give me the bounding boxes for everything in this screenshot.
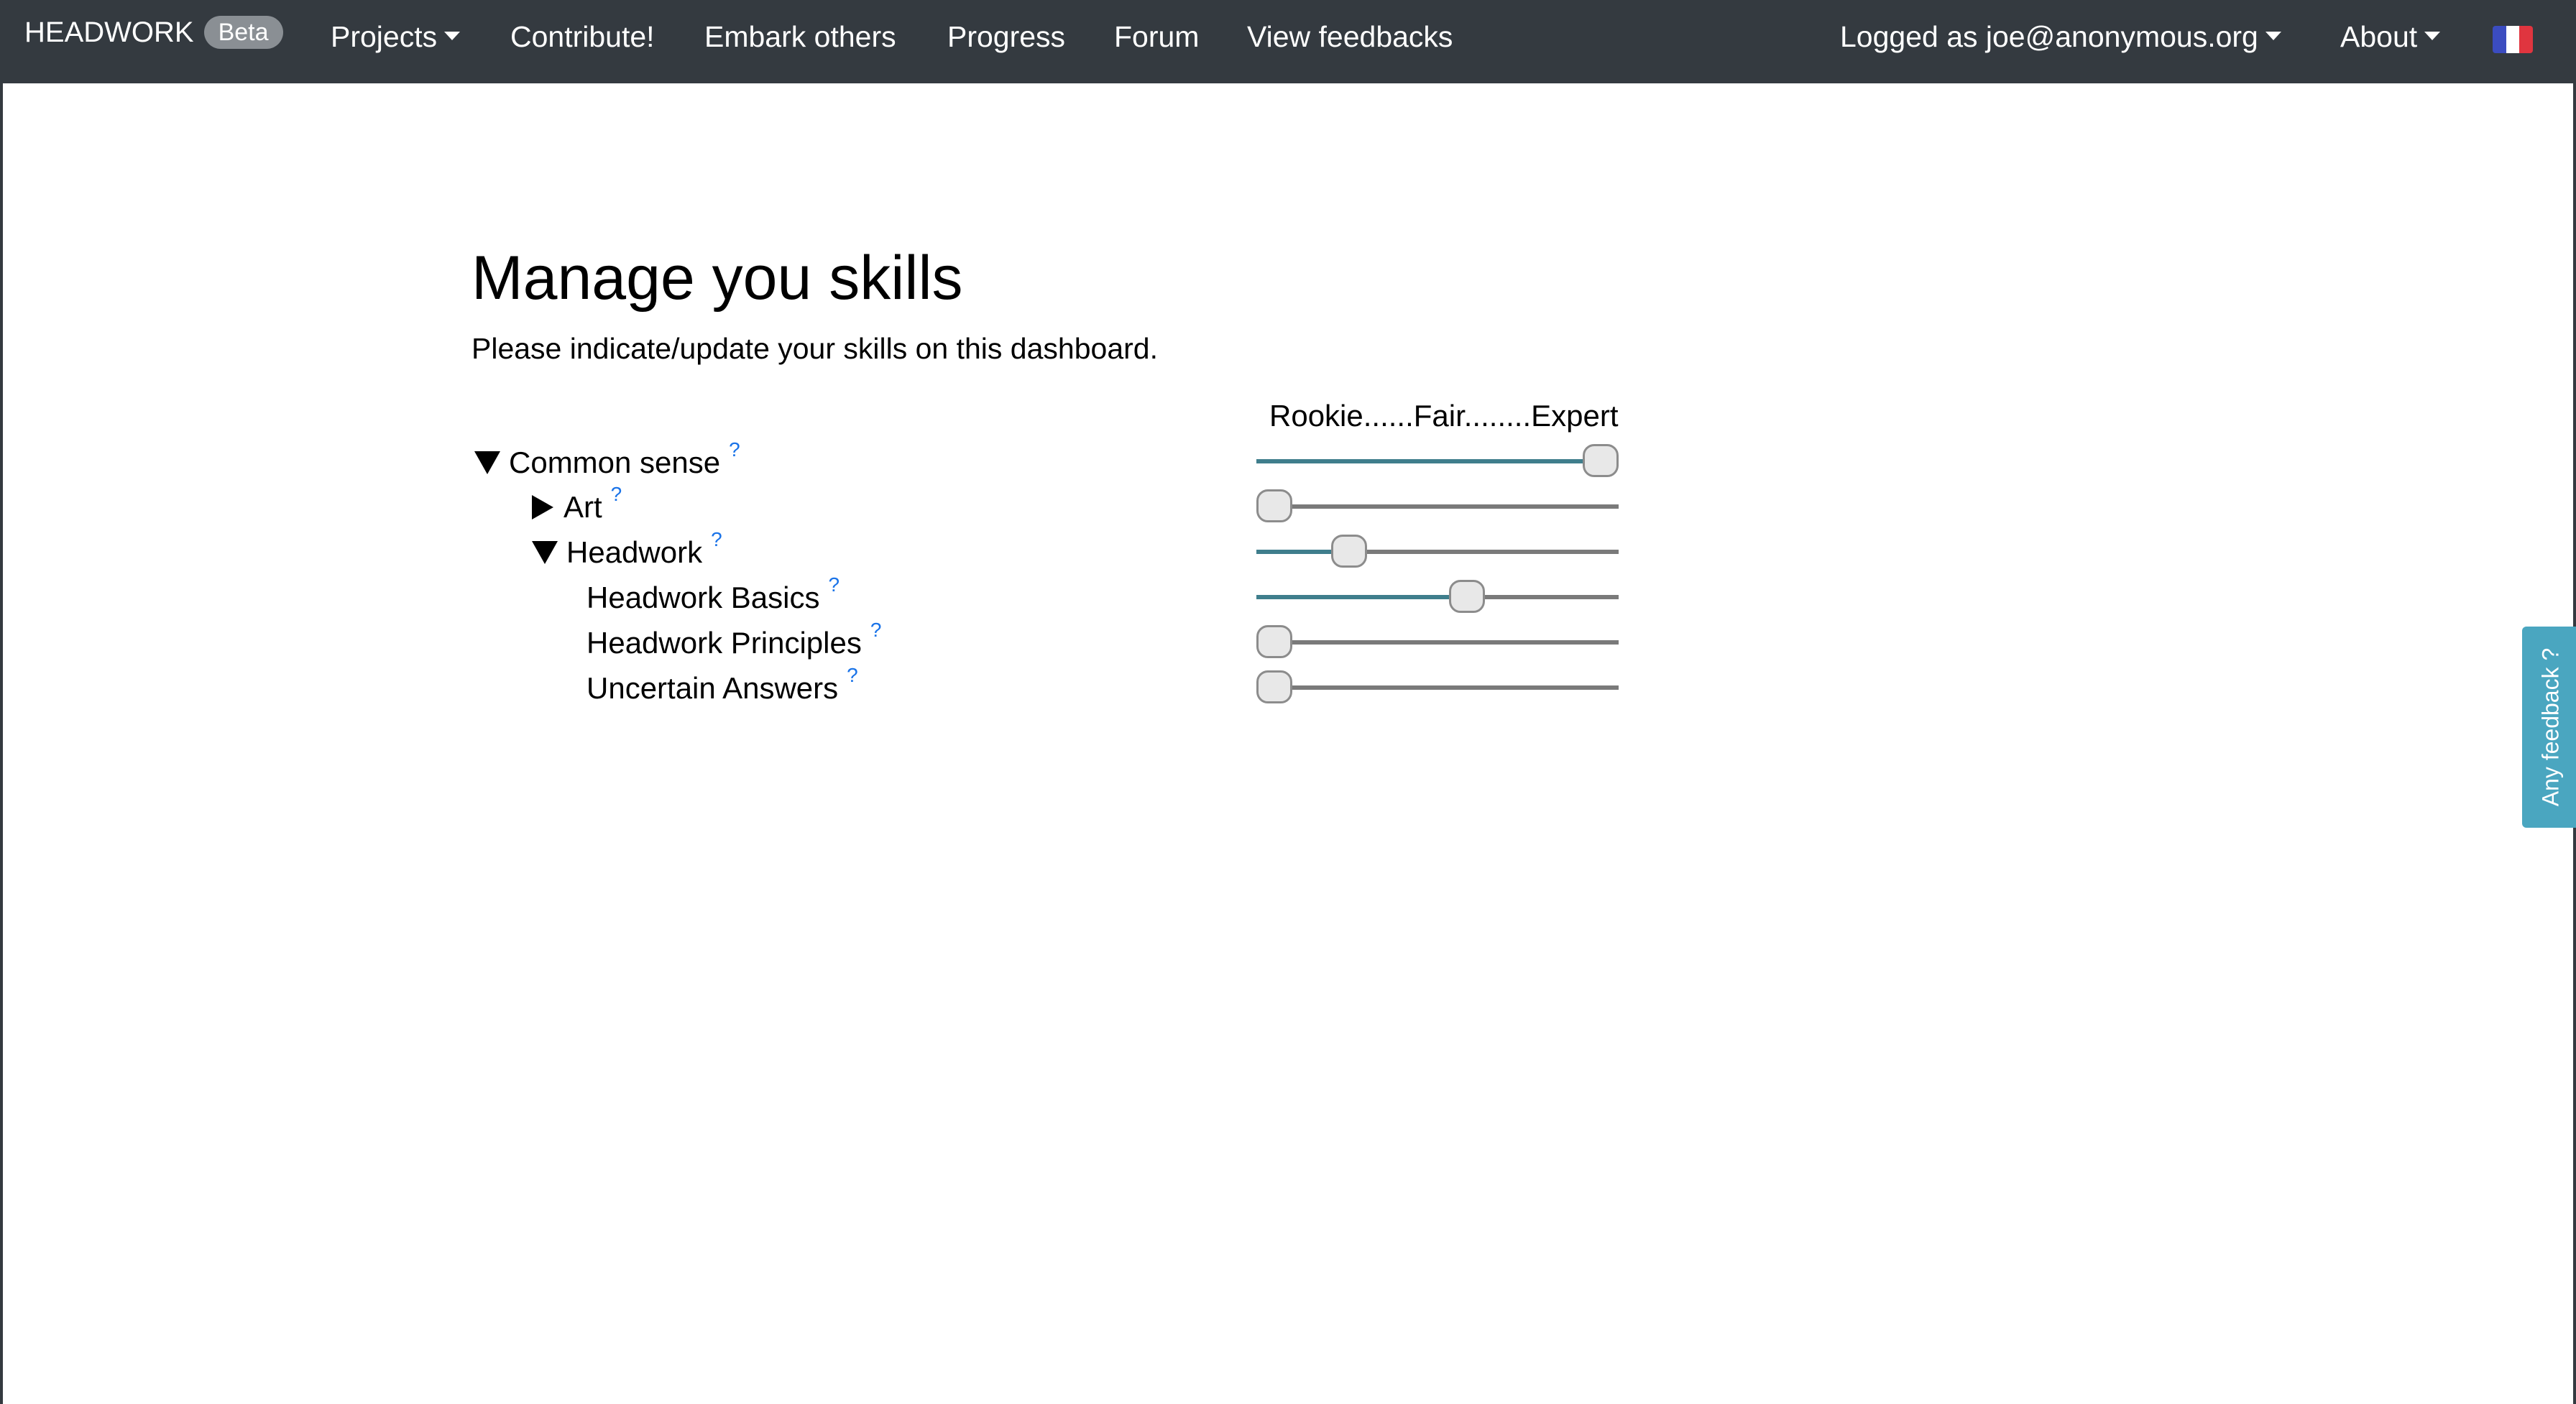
triangle-down-icon[interactable] [532, 541, 558, 564]
skill-label: Art [564, 490, 602, 524]
slider-thumb[interactable] [1583, 444, 1619, 477]
slider-fill [1256, 459, 1601, 463]
brand-logo[interactable]: HEADWORK Beta [24, 16, 283, 49]
skill-slider-common-sense[interactable] [1256, 442, 1619, 479]
help-link[interactable]: ? [828, 573, 840, 596]
skill-slider-uncertain-answers[interactable] [1256, 668, 1619, 706]
help-link[interactable]: ? [847, 664, 858, 687]
skill-row-headwork: Headwork ? [532, 528, 722, 574]
skill-row-uncertain-answers: Uncertain Answers ? [586, 664, 858, 710]
flag-fr-icon[interactable] [2493, 26, 2533, 53]
skill-row-headwork-basics: Headwork Basics ? [586, 573, 840, 619]
skill-slider-headwork-basics[interactable] [1256, 578, 1619, 615]
about-menu[interactable]: About [2340, 20, 2441, 54]
about-menu-label: About [2340, 20, 2418, 53]
app-window: HEADWORK Beta Projects Contribute! Embar… [0, 0, 2576, 1404]
skill-scale-label: Rookie......Fair........Expert [1269, 399, 1619, 433]
slider-thumb[interactable] [1256, 670, 1292, 703]
skill-row-headwork-principles: Headwork Principles ? [586, 619, 882, 665]
nav-view-feedbacks[interactable]: View feedbacks [1247, 20, 1453, 54]
page-title: Manage you skills [472, 244, 963, 313]
nav-forum-label: Forum [1114, 20, 1200, 53]
slider-thumb[interactable] [1448, 580, 1485, 613]
feedback-tab-label: Any feedback ? [2537, 647, 2563, 807]
nav-forum[interactable]: Forum [1114, 20, 1199, 54]
nav-progress[interactable]: Progress [947, 20, 1065, 54]
slider-thumb[interactable] [1331, 535, 1368, 568]
skill-label: Common sense [509, 445, 721, 479]
slider-fill [1256, 595, 1467, 599]
slider-thumb[interactable] [1256, 625, 1292, 658]
caret-down-icon [444, 31, 461, 40]
feedback-tab[interactable]: Any feedback ? [2522, 627, 2576, 828]
page-subtitle: Please indicate/update your skills on th… [472, 332, 1158, 365]
help-link[interactable]: ? [611, 483, 622, 506]
skill-label: Headwork Principles [586, 626, 862, 660]
caret-down-icon [2265, 31, 2281, 40]
help-link[interactable]: ? [729, 438, 740, 461]
caret-down-icon [2424, 31, 2441, 40]
top-navbar: HEADWORK Beta Projects Contribute! Embar… [3, 0, 2576, 83]
skill-row-art: Art ? [532, 483, 622, 529]
slider-track [1256, 504, 1619, 509]
slider-track [1256, 685, 1619, 690]
help-link[interactable]: ? [711, 528, 722, 551]
beta-badge: Beta [203, 16, 283, 49]
nav-projects-label: Projects [331, 20, 438, 53]
slider-thumb[interactable] [1256, 489, 1292, 522]
skill-label: Headwork [566, 535, 703, 569]
user-menu[interactable]: Logged as joe@anonymous.org [1840, 20, 2281, 54]
triangle-right-icon[interactable] [532, 495, 553, 519]
help-link[interactable]: ? [870, 619, 882, 642]
user-menu-label: Logged as joe@anonymous.org [1840, 20, 2258, 53]
skill-slider-headwork[interactable] [1256, 532, 1619, 570]
skill-slider-headwork-principles[interactable] [1256, 623, 1619, 660]
nav-embark-others-label: Embark others [704, 20, 896, 53]
nav-view-feedbacks-label: View feedbacks [1247, 20, 1453, 53]
nav-contribute[interactable]: Contribute! [510, 20, 655, 54]
nav-progress-label: Progress [947, 20, 1066, 53]
skill-label: Headwork Basics [586, 581, 820, 614]
skill-slider-art[interactable] [1256, 487, 1619, 525]
skill-row-common-sense: Common sense ? [474, 438, 740, 484]
nav-embark-others[interactable]: Embark others [704, 20, 896, 54]
brand-name: HEADWORK [24, 16, 194, 48]
nav-contribute-label: Contribute! [510, 20, 655, 53]
slider-track [1256, 640, 1619, 645]
nav-projects[interactable]: Projects [331, 20, 461, 54]
skill-label: Uncertain Answers [586, 671, 839, 705]
triangle-down-icon[interactable] [474, 451, 500, 474]
